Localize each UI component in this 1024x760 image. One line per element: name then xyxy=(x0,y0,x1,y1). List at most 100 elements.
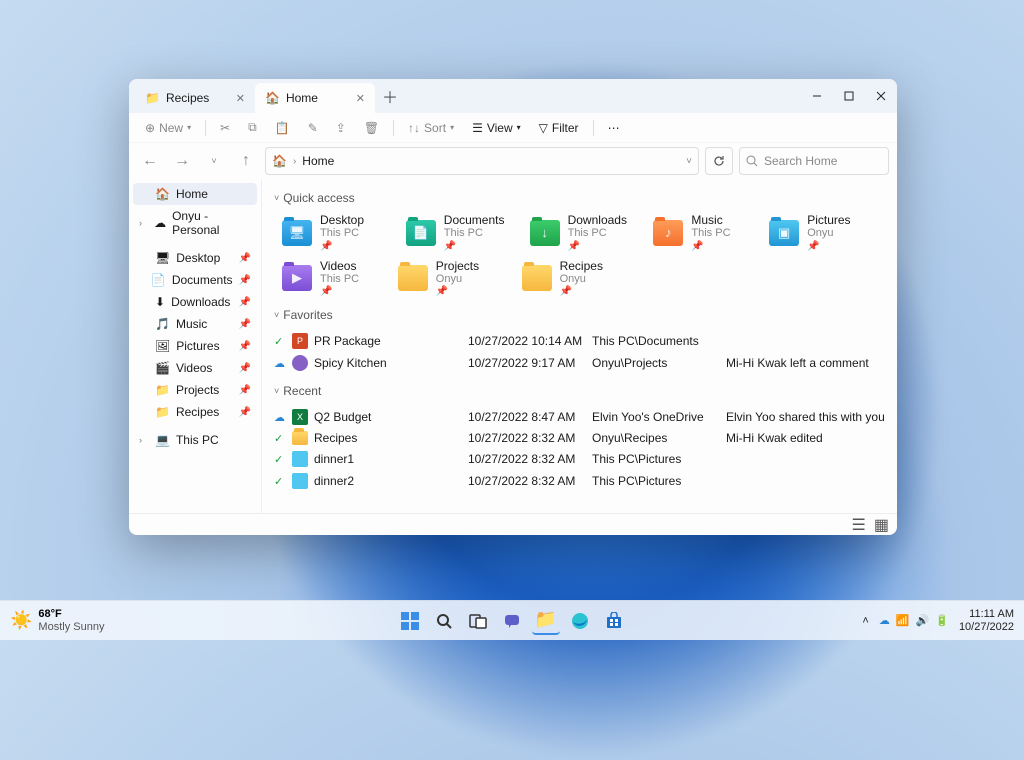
pc-icon: 💻 xyxy=(155,433,170,447)
recent-locations-button[interactable]: ˅ xyxy=(201,148,227,174)
cloud-icon: ☁ xyxy=(274,357,286,370)
item-name: Videos xyxy=(320,259,359,273)
back-button[interactable]: ← xyxy=(137,148,163,174)
quick-access-documents[interactable]: 📄DocumentsThis PC📌 xyxy=(398,213,514,253)
maximize-button[interactable] xyxy=(833,79,865,113)
new-tab-button[interactable]: ＋ xyxy=(375,79,405,113)
file-row[interactable]: ✓PPR Package10/27/2022 10:14 AMThis PC\D… xyxy=(274,330,885,352)
share-button[interactable]: ⇪ xyxy=(328,117,354,139)
file-note: Mi-Hi Kwak left a comment xyxy=(726,356,885,370)
system-tray: ˄ ☁ 📶 🔊 🔋 11:11 AM 10/27/2022 xyxy=(852,608,1024,632)
quick-access-header[interactable]: ˅Quick access xyxy=(274,191,885,205)
file-explorer-window: 📁 Recipes ✕ 🏠 Home ✕ ＋ ⊕New▾ ✂ ⧉ 📋 ✎ ⇪ 🗑… xyxy=(129,79,897,535)
store-button[interactable] xyxy=(600,607,628,635)
search-input[interactable]: Search Home xyxy=(739,147,889,175)
quick-access-pictures[interactable]: ☁▣PicturesOnyu📌 xyxy=(769,213,885,253)
weather-widget[interactable]: ☀️ 68°F Mostly Sunny xyxy=(0,608,114,632)
sidebar-item-this-pc[interactable]: ›💻This PC xyxy=(133,429,257,451)
folder-icon: 🖥 xyxy=(282,220,312,246)
taskbar: ☀️ 68°F Mostly Sunny 📁 ˄ ☁ 📶 🔊 🔋 11:11 A… xyxy=(0,600,1024,640)
wifi-icon[interactable]: 📶 xyxy=(896,614,910,627)
view-button[interactable]: ☰View▾ xyxy=(464,117,529,139)
item-name: Recipes xyxy=(560,259,603,273)
clock[interactable]: 11:11 AM 10/27/2022 xyxy=(959,608,1014,632)
delete-button[interactable]: 🗑 xyxy=(356,117,387,139)
folder-icon: ▶ xyxy=(282,265,312,291)
recent-header[interactable]: ˅Recent xyxy=(274,384,885,398)
tray-overflow-button[interactable]: ˄ xyxy=(862,615,868,627)
sidebar-item-pictures[interactable]: 🖼Pictures📌 xyxy=(133,335,257,357)
file-note: Mi-Hi Kwak edited xyxy=(726,431,885,445)
item-location: This PC xyxy=(691,227,730,240)
folder-icon: 📁 xyxy=(155,383,170,397)
search-button[interactable] xyxy=(430,607,458,635)
forward-button[interactable]: → xyxy=(169,148,195,174)
file-row[interactable]: ☁Spicy Kitchen10/27/2022 9:17 AMOnyu\Pro… xyxy=(274,352,885,374)
sidebar-item-desktop[interactable]: 🖥Desktop📌 xyxy=(133,247,257,269)
file-row[interactable]: ✓dinner110/27/2022 8:32 AMThis PC\Pictur… xyxy=(274,448,885,470)
file-row[interactable]: ✓Recipes10/27/2022 8:32 AMOnyu\RecipesMi… xyxy=(274,428,885,448)
filter-button[interactable]: ▽Filter xyxy=(531,117,587,139)
tab-home[interactable]: 🏠 Home ✕ xyxy=(255,83,375,113)
chat-button[interactable] xyxy=(498,607,526,635)
sidebar-item-onyu---personal[interactable]: ›☁Onyu - Personal xyxy=(133,205,257,241)
quick-access-music[interactable]: ♪MusicThis PC📌 xyxy=(645,213,761,253)
minimize-button[interactable] xyxy=(801,79,833,113)
paste-button[interactable]: 📋 xyxy=(267,117,298,139)
tab-strip: 📁 Recipes ✕ 🏠 Home ✕ ＋ xyxy=(129,79,897,113)
sidebar-item-projects[interactable]: 📁Projects📌 xyxy=(133,379,257,401)
quick-access-recipes[interactable]: ☁RecipesOnyu📌 xyxy=(522,259,638,299)
breadcrumb-home[interactable]: Home xyxy=(302,154,334,168)
quick-access-projects[interactable]: ☁ProjectsOnyu📌 xyxy=(398,259,514,299)
close-icon[interactable]: ✕ xyxy=(356,92,365,105)
rename-button[interactable]: ✎ xyxy=(300,117,326,139)
details-view-button[interactable]: ☰ xyxy=(852,515,866,535)
pin-icon: 📌 xyxy=(239,341,251,352)
sidebar-item-home[interactable]: 🏠Home xyxy=(133,183,257,205)
sidebar-item-recipes[interactable]: 📁Recipes📌 xyxy=(133,401,257,423)
chevron-down-icon: ˅ xyxy=(274,310,279,320)
pin-icon: 📌 xyxy=(807,241,850,253)
battery-icon[interactable]: 🔋 xyxy=(935,614,949,627)
volume-icon[interactable]: 🔊 xyxy=(916,614,930,627)
tab-recipes[interactable]: 📁 Recipes ✕ xyxy=(135,83,255,113)
quick-access-downloads[interactable]: ↓DownloadsThis PC📌 xyxy=(522,213,638,253)
close-icon[interactable]: ✕ xyxy=(236,92,245,105)
file-explorer-button[interactable]: 📁 xyxy=(532,607,560,635)
sidebar-item-documents[interactable]: 📄Documents📌 xyxy=(133,269,257,291)
sidebar-item-videos[interactable]: 🎬Videos📌 xyxy=(133,357,257,379)
sort-button[interactable]: ↑↓Sort▾ xyxy=(400,117,462,139)
icons-view-button[interactable]: ▦ xyxy=(874,515,889,535)
quick-access-videos[interactable]: ▶VideosThis PC📌 xyxy=(274,259,390,299)
file-row[interactable]: ☁XQ2 Budget10/27/2022 8:47 AMElvin Yoo's… xyxy=(274,406,885,428)
folder-icon: ♪ xyxy=(653,220,683,246)
refresh-button[interactable] xyxy=(705,147,733,175)
folder-icon: ▣ xyxy=(769,220,799,246)
cut-button[interactable]: ✂ xyxy=(212,117,238,139)
close-button[interactable] xyxy=(865,79,897,113)
onedrive-icon[interactable]: ☁ xyxy=(879,614,890,627)
pin-icon: 📌 xyxy=(436,286,479,298)
pin-icon: 📌 xyxy=(239,297,251,308)
favorites-header[interactable]: ˅Favorites xyxy=(274,308,885,322)
edge-button[interactable] xyxy=(566,607,594,635)
file-row[interactable]: ✓dinner210/27/2022 8:32 AMThis PC\Pictur… xyxy=(274,470,885,492)
up-button[interactable]: ↑ xyxy=(233,148,259,174)
onedrive-icon: ☁ xyxy=(154,216,166,230)
task-view-button[interactable] xyxy=(464,607,492,635)
home-icon: 🏠 xyxy=(155,187,170,201)
address-bar[interactable]: 🏠 › Home ˅ xyxy=(265,147,699,175)
synced-icon: ✓ xyxy=(274,453,286,466)
start-button[interactable] xyxy=(396,607,424,635)
file-location: This PC\Pictures xyxy=(592,452,722,466)
file-date: 10/27/2022 8:47 AM xyxy=(468,410,588,424)
sidebar-item-music[interactable]: 🎵Music📌 xyxy=(133,313,257,335)
search-placeholder: Search Home xyxy=(764,154,837,168)
item-name: Pictures xyxy=(807,213,850,227)
more-button[interactable]: ⋯ xyxy=(600,117,628,139)
chevron-down-icon[interactable]: ˅ xyxy=(686,156,692,167)
sidebar-item-downloads[interactable]: ⬇Downloads📌 xyxy=(133,291,257,313)
copy-button[interactable]: ⧉ xyxy=(240,116,265,139)
quick-access-desktop[interactable]: 🖥DesktopThis PC📌 xyxy=(274,213,390,253)
new-button[interactable]: ⊕New▾ xyxy=(137,117,199,139)
